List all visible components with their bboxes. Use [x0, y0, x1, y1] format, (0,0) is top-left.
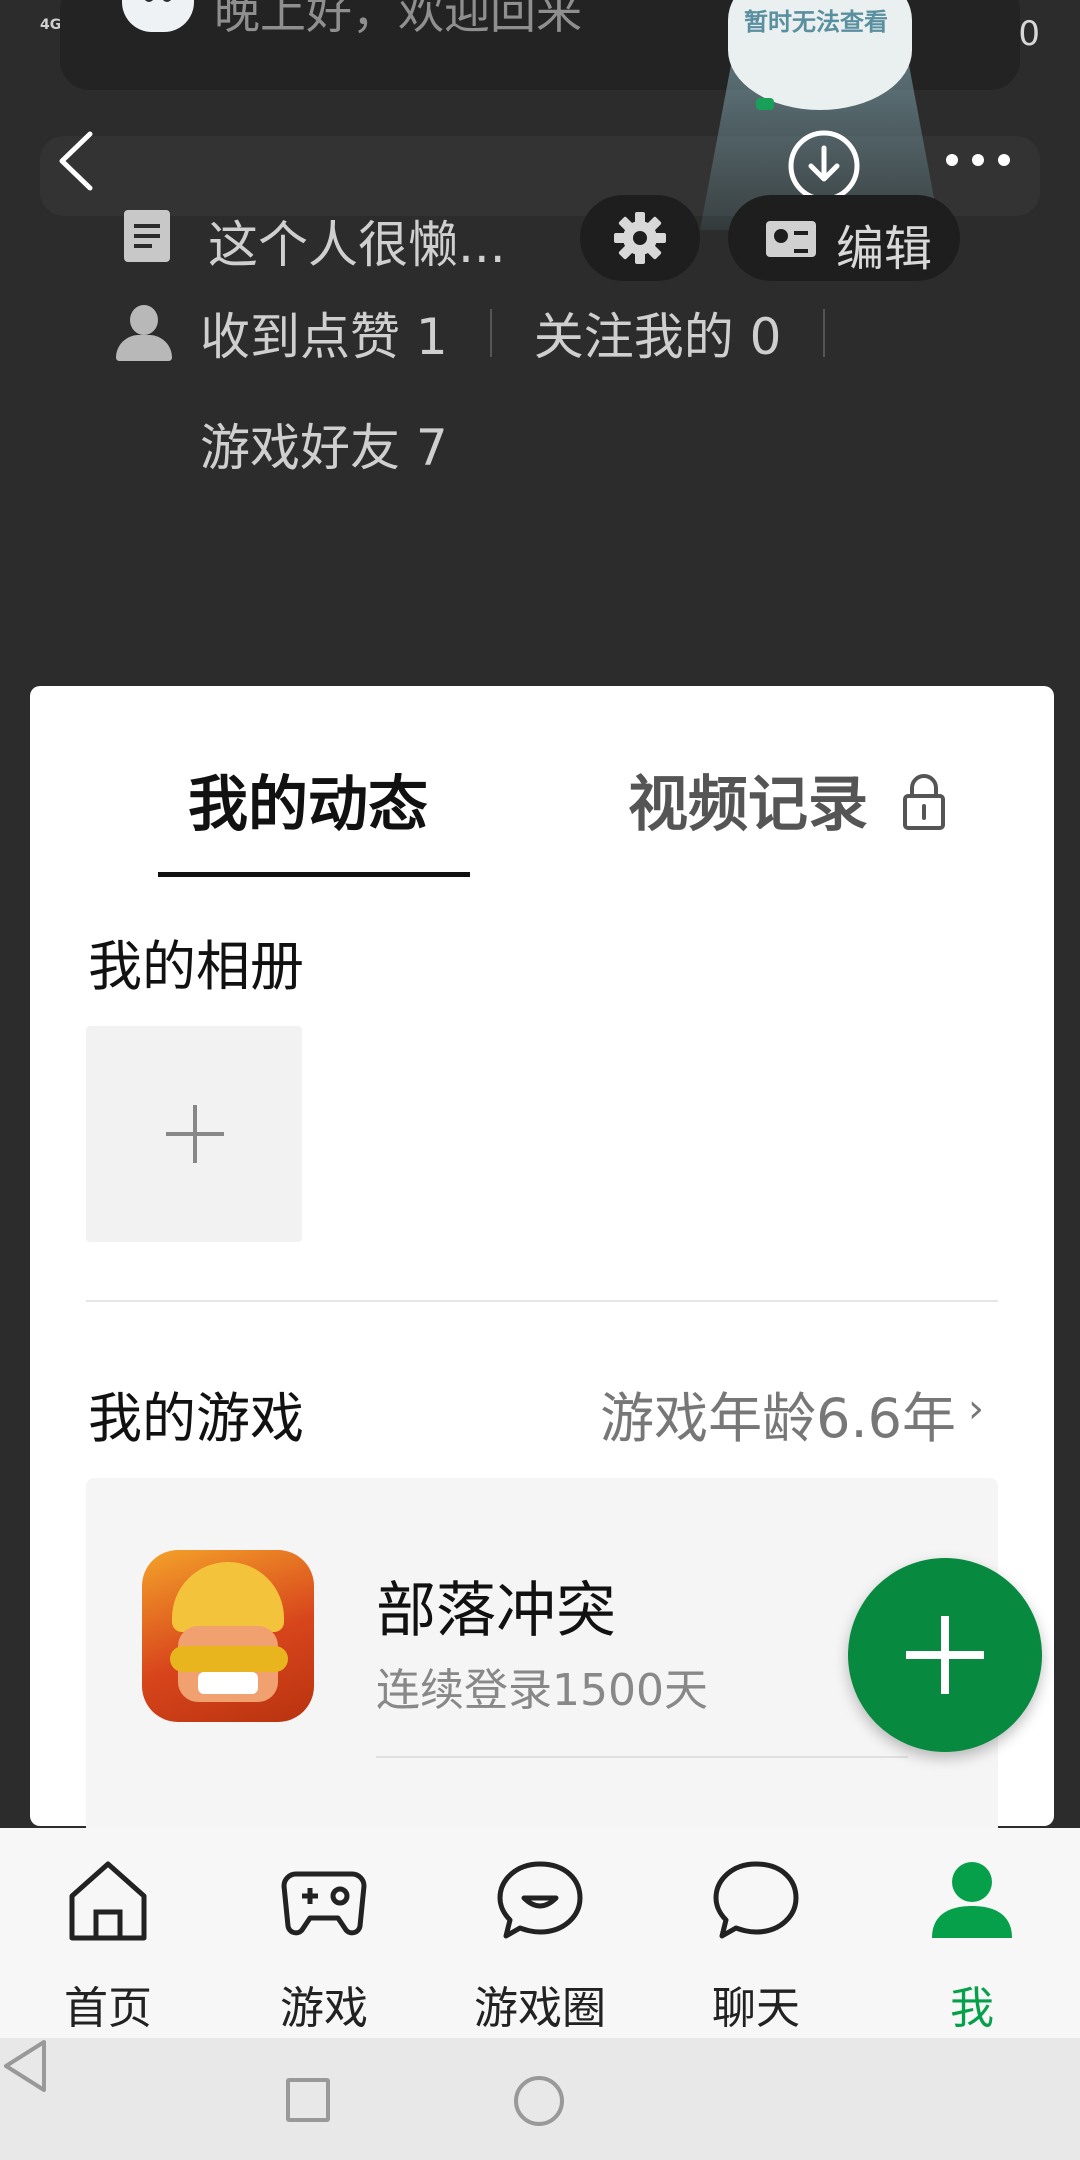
home-button[interactable] [514, 2076, 564, 2126]
nav-label: 游戏圈 [474, 1983, 606, 2034]
nav-chat[interactable]: 聊天 [648, 1828, 864, 2038]
chevron-right-icon: › [968, 1386, 984, 1432]
person-icon [932, 1862, 1012, 1938]
more-dots-icon [946, 154, 1010, 166]
chat-bubble-icon [713, 1861, 799, 1939]
stats-separator [823, 309, 826, 357]
system-nav-bar [0, 2038, 1080, 2160]
device-indicator [756, 98, 774, 110]
profile-stats: 收到点赞 1 关注我的 0 [116, 298, 867, 368]
stats-separator [489, 309, 492, 357]
nav-home[interactable]: 首页 [0, 1828, 216, 2038]
clash-of-clans-icon[interactable] [142, 1550, 314, 1722]
bottom-nav: 首页 游戏 游戏圈 聊天 我 [0, 1828, 1080, 2038]
section-divider [86, 1300, 998, 1302]
settings-button[interactable] [580, 195, 700, 281]
game-friends-count[interactable]: 游戏好友 7 [200, 408, 448, 480]
download-icon [788, 130, 860, 202]
chevron-left-icon [59, 131, 93, 191]
home-icon [69, 1861, 147, 1941]
add-post-button[interactable] [848, 1558, 1042, 1752]
album-title: 我的相册 [88, 935, 304, 998]
nav-label: 游戏 [280, 1983, 368, 2034]
lock-icon [903, 774, 945, 830]
followers-count[interactable]: 关注我的 0 [534, 297, 782, 369]
list-divider [376, 1756, 908, 1758]
document-icon [124, 210, 170, 262]
welcome-text: 晚上好，欢迎回来 [214, 0, 582, 39]
game-login-streak: 连续登录1500天 [376, 1665, 708, 1716]
likes-count[interactable]: 收到点赞 1 [200, 297, 448, 369]
nav-games[interactable]: 游戏 [216, 1828, 432, 2038]
add-photo-button[interactable] [86, 1026, 302, 1242]
nav-label: 首页 [64, 1983, 152, 2034]
device-note: 暂时无法查看 [744, 8, 888, 36]
download-button[interactable] [786, 128, 862, 204]
nav-label: 聊天 [712, 1983, 800, 2034]
nav-game-circle[interactable]: 游戏圈 [432, 1828, 648, 2038]
people-icon [116, 303, 178, 363]
id-card-icon [766, 221, 816, 257]
back-triangle-icon[interactable] [0, 2038, 50, 2094]
game-name[interactable]: 部落冲突 [376, 1562, 616, 1649]
nav-label: 我 [950, 1983, 994, 2034]
tab-my-feed[interactable]: 我的动态 [188, 756, 428, 843]
network-type: 4G [40, 17, 62, 33]
nav-me[interactable]: 我 [864, 1828, 1080, 2038]
game-age-link[interactable]: 游戏年龄6.6年 [600, 1374, 956, 1453]
more-options-button[interactable] [940, 140, 1016, 180]
edit-profile-button[interactable]: 编辑 [728, 195, 960, 281]
gear-icon [614, 212, 666, 264]
profile-bio[interactable]: 这个人很懒... [208, 205, 506, 277]
tab-video-records[interactable]: 视频记录 [628, 756, 868, 843]
gamepad-icon [281, 1871, 367, 1936]
back-button[interactable] [50, 126, 110, 196]
edit-label: 编辑 [836, 221, 933, 277]
recent-apps-button[interactable] [286, 2078, 330, 2122]
chat-smile-icon [497, 1861, 583, 1939]
games-title: 我的游戏 [88, 1387, 304, 1450]
active-tab-indicator [158, 872, 470, 877]
